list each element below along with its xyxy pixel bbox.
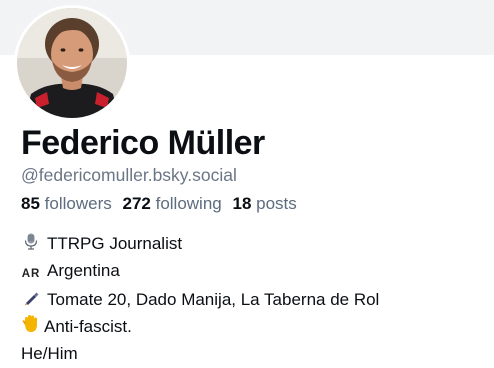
bio-line: Tomate 20, Dado Manija, La Taberna de Ro… [21,287,379,314]
following-count: 272 [122,194,151,213]
profile-handle: @federicomuller.bsky.social [21,165,237,185]
bio-line: TTRPG Journalist [21,231,379,258]
bio-text: He/Him [21,344,78,363]
avatar[interactable] [14,5,130,121]
bio-text: Tomate 20, Dado Manija, La Taberna de Ro… [47,290,380,309]
posts-count: 18 [232,194,252,213]
bio-line: AR Argentina [21,258,379,287]
following-link[interactable]: 272 following [122,194,221,214]
avatar-photo [17,8,127,118]
display-name: Federico Müller [21,124,265,162]
posts-label: posts [256,194,297,213]
raised-hand-icon [21,314,41,341]
followers-link[interactable]: 85 followers [21,194,112,214]
regional-indicator-icon: AR [21,268,41,280]
followers-label: followers [44,194,112,213]
bio-text: Argentina [47,261,120,280]
bio-line: He/Him [21,341,379,366]
pen-icon [21,289,41,314]
posts-stat: 18 posts [232,194,296,214]
bio-text: Anti-fascist. [44,317,132,336]
bio-text: TTRPG Journalist [47,234,183,253]
profile-stats: 85 followers 272 following 18 posts [21,194,303,214]
followers-count: 85 [21,194,40,213]
bio-line: Anti-fascist. [21,314,379,341]
profile-bio: TTRPG Journalist AR Argentina Tomate 20, … [21,231,379,366]
microphone-icon [21,233,41,258]
following-label: following [155,194,222,213]
